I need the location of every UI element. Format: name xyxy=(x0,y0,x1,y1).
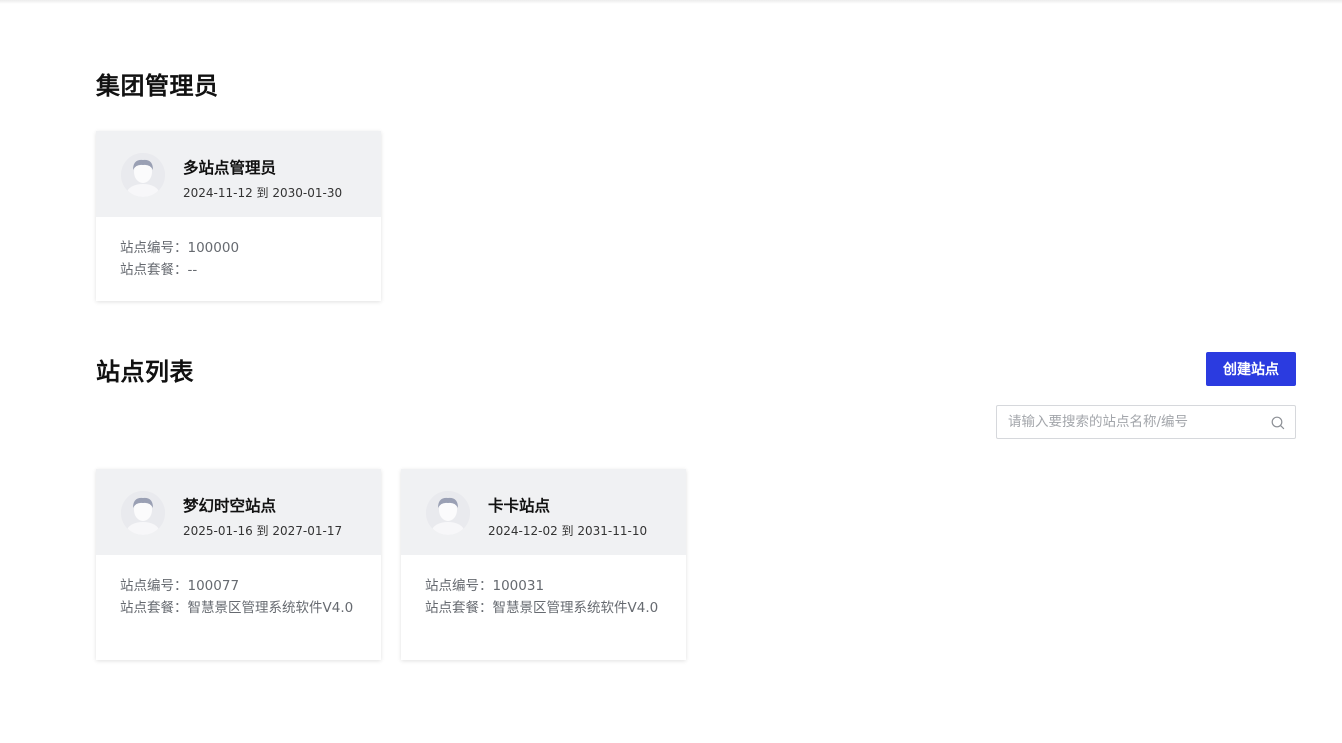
avatar-icon xyxy=(121,491,165,535)
site-search-input[interactable] xyxy=(997,406,1259,438)
card-validity-dates: 2024-11-12 到 2030-01-30 xyxy=(183,186,343,200)
card-header: 梦幻时空站点 2025-01-16 到 2027-01-17 xyxy=(96,469,381,555)
card-body: 站点编号：100031 站点套餐：智慧景区管理系统软件V4.0 xyxy=(401,555,686,619)
card-header: 卡卡站点 2024-12-02 到 2031-11-10 xyxy=(401,469,686,555)
card-body: 站点编号：100077 站点套餐：智慧景区管理系统软件V4.0 xyxy=(96,555,381,619)
sites-section-title: 站点列表 xyxy=(96,358,194,386)
card-title: 多站点管理员 xyxy=(183,159,277,177)
card-validity-dates: 2024-12-02 到 2031-11-10 xyxy=(488,524,648,538)
avatar-icon xyxy=(426,491,470,535)
card-title: 梦幻时空站点 xyxy=(183,497,277,515)
admin-card[interactable]: 多站点管理员 2024-11-12 到 2030-01-30 站点编号：1000… xyxy=(96,131,381,301)
search-icon[interactable] xyxy=(1271,415,1285,430)
card-body: 站点编号：100000 站点套餐：-- xyxy=(96,217,381,281)
avatar-icon xyxy=(121,153,165,197)
site-id-text: 站点编号：100031 xyxy=(425,578,545,594)
site-id-text: 站点编号：100077 xyxy=(120,578,240,594)
create-site-button[interactable]: 创建站点 xyxy=(1206,352,1296,386)
site-management-page: 集团管理员 多站点管理员 2024-11-12 到 2030-01-30 站点编… xyxy=(96,0,1296,743)
card-header: 多站点管理员 2024-11-12 到 2030-01-30 xyxy=(96,131,381,217)
card-title: 卡卡站点 xyxy=(488,497,551,515)
admin-section-title: 集团管理员 xyxy=(96,72,219,100)
site-package-text: 站点套餐：智慧景区管理系统软件V4.0 xyxy=(120,600,354,616)
site-package-text: 站点套餐：智慧景区管理系统软件V4.0 xyxy=(425,600,659,616)
site-card[interactable]: 梦幻时空站点 2025-01-16 到 2027-01-17 站点编号：1000… xyxy=(96,469,381,660)
site-search-box xyxy=(996,405,1296,439)
card-validity-dates: 2025-01-16 到 2027-01-17 xyxy=(183,524,343,538)
site-card[interactable]: 卡卡站点 2024-12-02 到 2031-11-10 站点编号：100031… xyxy=(401,469,686,660)
site-id-text: 站点编号：100000 xyxy=(120,240,240,256)
site-package-text: 站点套餐：-- xyxy=(120,262,198,278)
